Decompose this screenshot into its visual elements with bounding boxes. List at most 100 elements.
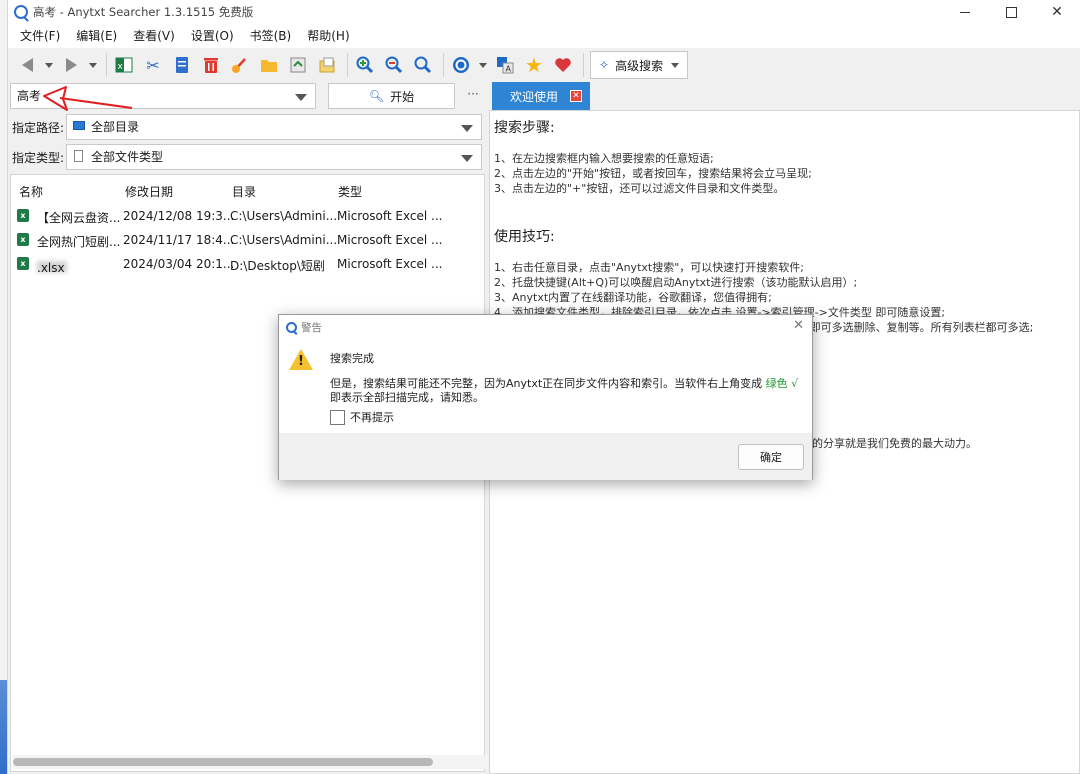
- menu-view[interactable]: 查看(V): [125, 24, 183, 48]
- refresh-dropdown[interactable]: [477, 52, 489, 78]
- dialog-title: 警告: [301, 321, 322, 334]
- app-logo-icon: [14, 5, 28, 19]
- dialog-message-text: 但是，搜索结果可能还不完整，因为Anytxt正在同步文件内容和索引。当软件右上角…: [330, 377, 763, 390]
- advanced-search-icon: ✧: [599, 58, 610, 72]
- warning-dialog: 警告 ✕ 搜索完成 但是，搜索结果可能还不完整，因为Anytxt正在同步文件内容…: [278, 314, 813, 480]
- clean-button[interactable]: [227, 52, 253, 78]
- row-date: 2024/11/17 18:4...: [123, 233, 235, 247]
- start-search-button[interactable]: 🔍︎ 开始: [328, 83, 455, 109]
- toolbar-separator: [583, 53, 584, 77]
- type-filter-row: 指定类型: 全部文件类型: [8, 142, 488, 170]
- bookmark-button[interactable]: ★: [521, 52, 547, 78]
- toolbar-separator: [443, 53, 444, 77]
- start-label: 开始: [390, 89, 415, 104]
- column-header-name[interactable]: 名称: [19, 183, 43, 200]
- path-filter-select[interactable]: 全部目录: [66, 114, 482, 140]
- row-type: Microsoft Excel ...: [337, 233, 443, 247]
- chevron-down-icon: [671, 62, 680, 68]
- excel-export-icon: x: [115, 57, 133, 73]
- menu-file[interactable]: 文件(F): [12, 24, 68, 48]
- toolbar-separator: [106, 53, 107, 77]
- forward-button[interactable]: [58, 52, 84, 78]
- dont-show-again-option[interactable]: 不再提示: [330, 409, 394, 425]
- minimize-button[interactable]: [942, 0, 988, 24]
- window-title: 高考 - Anytxt Searcher 1.3.1515 免费版: [33, 5, 254, 19]
- row-type: Microsoft Excel ...: [337, 257, 443, 271]
- warning-icon: [289, 349, 313, 370]
- open-folder-button[interactable]: [256, 52, 282, 78]
- open-file-button[interactable]: [285, 52, 311, 78]
- row-directory: C:\Users\Admini...: [230, 233, 338, 247]
- zoom-in-button[interactable]: [352, 52, 378, 78]
- search-history-dropdown-icon[interactable]: [295, 94, 307, 101]
- scissors-icon: ✂: [146, 55, 160, 75]
- translate-icon: A: [497, 57, 514, 74]
- menu-settings[interactable]: 设置(O): [183, 24, 242, 48]
- more-options-button[interactable]: ···: [463, 83, 483, 109]
- folder-arrow-icon: [319, 57, 335, 73]
- search-icon: 🔍︎: [368, 89, 385, 103]
- open-location-button[interactable]: [314, 52, 340, 78]
- zoom-out-button[interactable]: [381, 52, 407, 78]
- excel-file-icon: x: [17, 209, 29, 222]
- toolbar-separator: [347, 53, 348, 77]
- tip-line: 2、托盘快捷键(Alt+Q)可以唤醒启动Anytxt进行搜索（该功能默认启用）;: [494, 276, 858, 289]
- forward-history-dropdown[interactable]: [87, 52, 99, 78]
- back-button[interactable]: [14, 52, 40, 78]
- window-controls: ✕: [942, 0, 1080, 24]
- table-row[interactable]: x .xlsx 2024/03/04 20:1... D:\Desktop\短剧…: [11, 253, 486, 277]
- menu-bookmarks[interactable]: 书签(B): [242, 24, 300, 48]
- horizontal-scrollbar[interactable]: [13, 755, 488, 769]
- scrollbar-thumb[interactable]: [13, 758, 433, 766]
- table-row[interactable]: x 【全网云盘资... 2024/12/08 19:3... C:\Users\…: [11, 205, 486, 229]
- app-logo-icon: [286, 321, 297, 333]
- tab-welcome[interactable]: 欢迎使用 ✕: [492, 82, 590, 110]
- export-excel-button[interactable]: x: [111, 52, 137, 78]
- folder-icon: [261, 60, 277, 72]
- close-window-button[interactable]: ✕: [1034, 0, 1080, 24]
- path-filter-row: 指定路径: 全部目录: [8, 112, 488, 140]
- chevron-down-icon: [461, 125, 473, 132]
- advanced-search-button[interactable]: ✧ 高级搜索: [590, 51, 689, 79]
- step-line: 2、点击左边的"开始"按钮，或者按回车，搜索结果将会立马呈现;: [494, 167, 812, 180]
- menu-edit[interactable]: 编辑(E): [68, 24, 125, 48]
- menu-help[interactable]: 帮助(H): [299, 24, 357, 48]
- zoom-out-icon: [385, 56, 403, 74]
- translate-button[interactable]: A: [492, 52, 518, 78]
- step-line: 1、在左边搜索框内输入想要搜索的任意短语;: [494, 152, 714, 165]
- refresh-button[interactable]: [448, 52, 474, 78]
- table-row[interactable]: x 全网热门短剧... 2024/11/17 18:4... C:\Users\…: [11, 229, 486, 253]
- search-query: 高考: [17, 89, 42, 103]
- column-header-directory[interactable]: 目录: [232, 183, 256, 200]
- tab-welcome-label: 欢迎使用: [510, 89, 559, 104]
- refresh-icon: [453, 57, 469, 73]
- column-header-date[interactable]: 修改日期: [125, 183, 173, 200]
- svg-text:x: x: [118, 62, 124, 72]
- dialog-close-button[interactable]: ✕: [793, 318, 804, 333]
- background-window-taskbar: [0, 680, 7, 774]
- dont-show-again-checkbox[interactable]: [330, 409, 345, 425]
- row-date: 2024/12/08 19:3...: [123, 209, 235, 223]
- toolbar: x ✂ A ★ ✧ 高级搜索: [8, 48, 1080, 82]
- cut-button[interactable]: ✂: [140, 52, 166, 78]
- copy-button[interactable]: [169, 52, 195, 78]
- dialog-body: 搜索完成 但是，搜索结果可能还不完整，因为Anytxt正在同步文件内容和索引。当…: [279, 339, 812, 480]
- open-file-icon: [290, 57, 306, 73]
- ok-button[interactable]: 确定: [738, 444, 804, 470]
- heart-handshake-icon: [555, 58, 571, 72]
- row-type: Microsoft Excel ...: [337, 209, 443, 223]
- maximize-button[interactable]: [988, 0, 1034, 24]
- row-name: 【全网云盘资...: [37, 211, 121, 225]
- row-directory: C:\Users\Admini...: [230, 209, 338, 223]
- column-header-type[interactable]: 类型: [338, 183, 362, 200]
- dialog-title-bar: 警告 ✕: [279, 315, 812, 339]
- tab-close-icon[interactable]: ✕: [570, 90, 582, 102]
- back-history-dropdown[interactable]: [43, 52, 55, 78]
- search-input[interactable]: 高考: [10, 83, 316, 109]
- type-filter-select[interactable]: 全部文件类型: [66, 144, 482, 170]
- search-button[interactable]: [410, 52, 436, 78]
- path-filter-value: 全部目录: [91, 120, 140, 134]
- delete-button[interactable]: [198, 52, 224, 78]
- results-header: 名称 修改日期 目录 类型: [11, 175, 486, 203]
- donate-button[interactable]: [550, 52, 576, 78]
